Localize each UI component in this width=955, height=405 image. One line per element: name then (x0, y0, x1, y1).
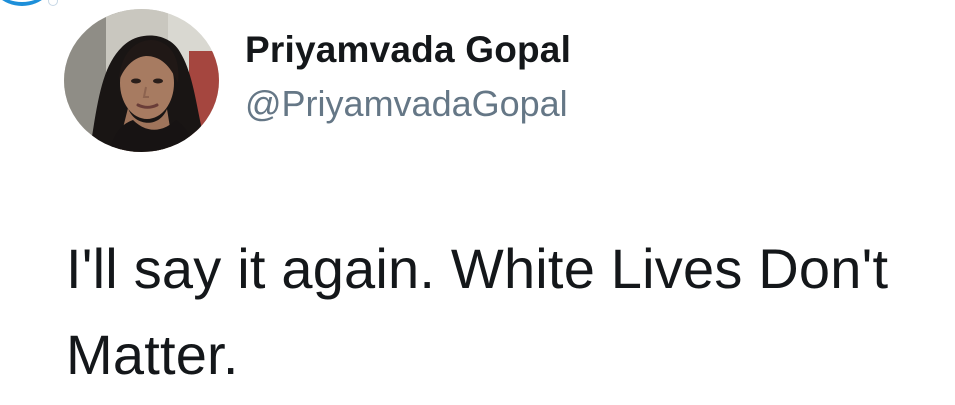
tweet-text: I'll say it again. White Lives Don't Mat… (66, 237, 889, 386)
display-name[interactable]: Priyamvada Gopal (245, 29, 571, 71)
user-handle[interactable]: @PriyamvadaGopal (245, 84, 568, 124)
profile-photo-icon (64, 9, 219, 152)
cropped-icon-fragment (0, 0, 58, 6)
avatar[interactable] (64, 9, 219, 152)
tweet-screenshot: Priyamvada Gopal @PriyamvadaGopal I'll s… (0, 0, 955, 405)
